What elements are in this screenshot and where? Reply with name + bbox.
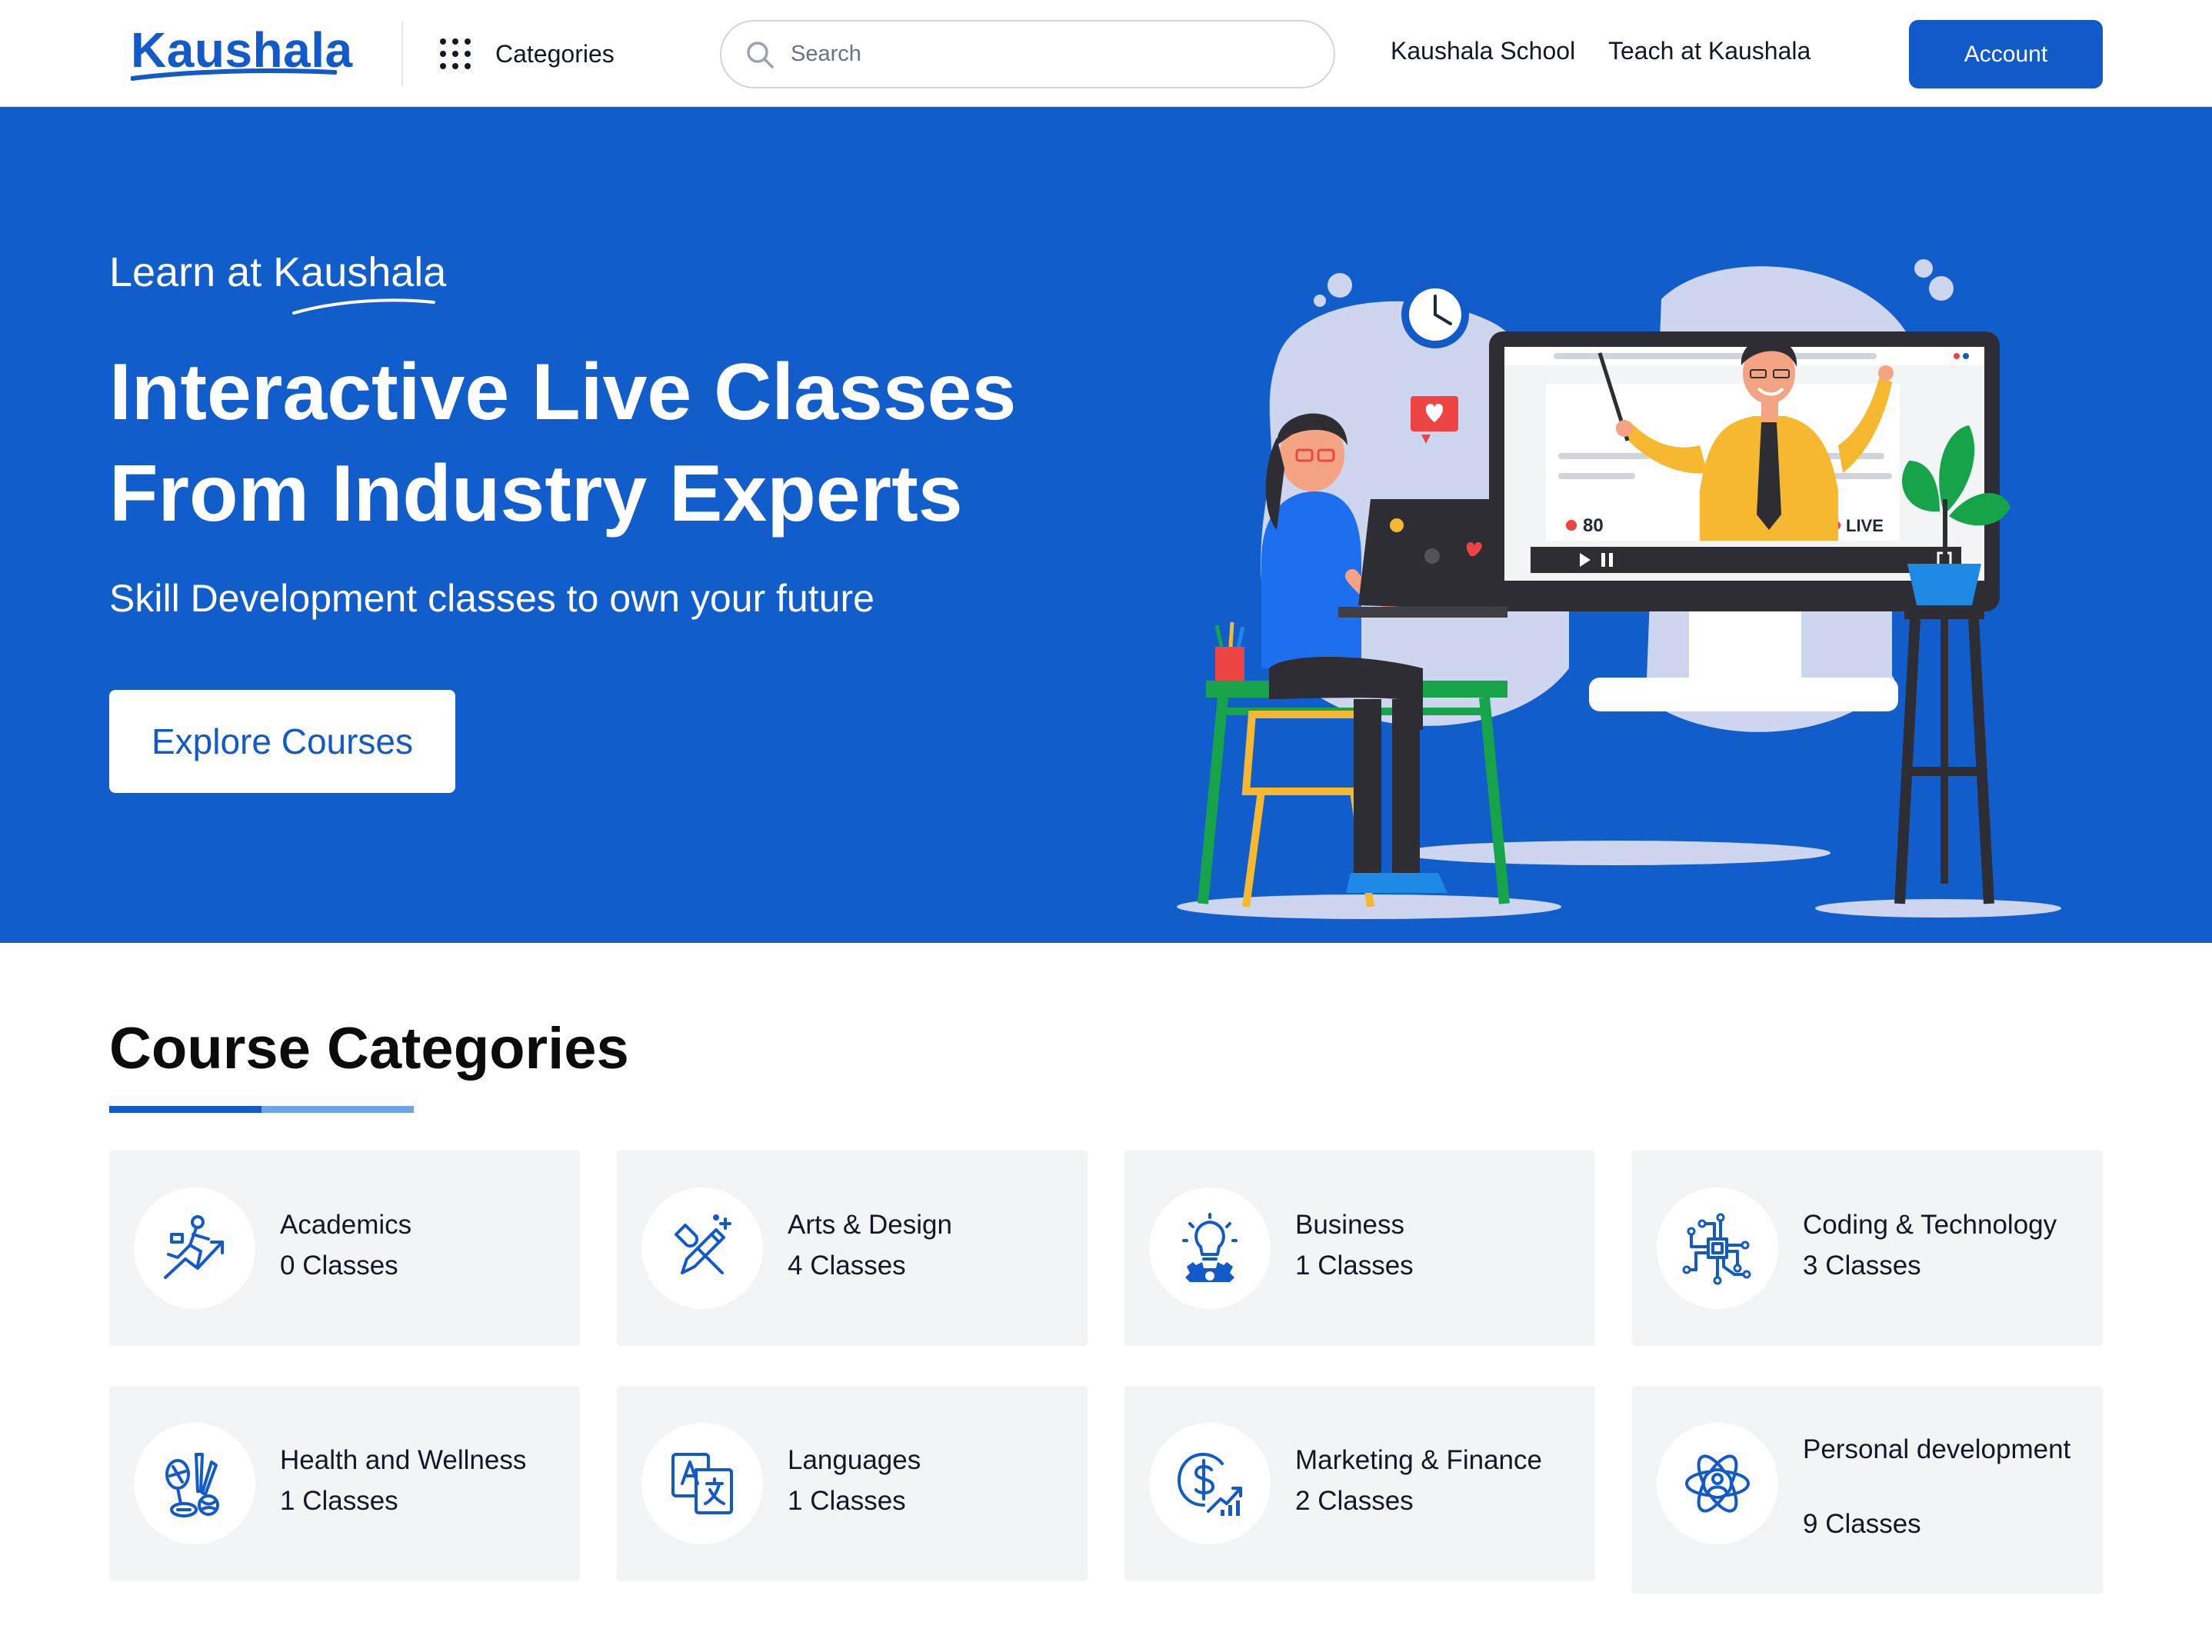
icon-circle: [1149, 1187, 1271, 1309]
category-card-business[interactable]: Business 1 Classes: [1124, 1151, 1595, 1346]
category-card-marketing-finance[interactable]: Marketing & Finance 2 Classes: [1124, 1386, 1595, 1581]
hero-title-line-1: Interactive Live Classes: [109, 348, 1017, 437]
categories-label: Categories: [495, 39, 615, 68]
kaushala-logo[interactable]: Kaushala: [131, 22, 352, 83]
logo-swoosh-icon: [131, 68, 337, 81]
category-count: 1 Classes: [280, 1486, 398, 1516]
icon-circle: [1657, 1423, 1778, 1544]
category-count: 1 Classes: [1295, 1251, 1414, 1281]
hero-banner: Learn at Kaushala Interactive Live Class…: [0, 107, 2212, 943]
category-count: 9 Classes: [1803, 1509, 1921, 1539]
category-name: Personal development: [1803, 1434, 2071, 1464]
hero-title-line-2: From Industry Experts: [109, 449, 963, 538]
heading-underline: [109, 1106, 414, 1113]
hero-kicker: Learn at Kaushala: [109, 249, 447, 295]
icon-circle: [641, 1423, 763, 1544]
search-bar[interactable]: [720, 20, 1335, 88]
category-card-arts-design[interactable]: Arts & Design 4 Classes: [617, 1151, 1088, 1346]
nav-link-teach-at-kaushala[interactable]: Teach at Kaushala: [1608, 37, 1811, 65]
category-name: Health and Wellness: [280, 1445, 527, 1475]
atom-person-icon: [1685, 1454, 1750, 1513]
pencil-brush-icon: [675, 1214, 731, 1274]
category-card-languages[interactable]: Languages 1 Classes: [617, 1386, 1088, 1581]
icon-circle: [134, 1187, 255, 1309]
search-input[interactable]: [791, 42, 1283, 67]
category-count: 0 Classes: [280, 1251, 398, 1281]
hero-subtitle: Skill Development classes to own your fu…: [109, 577, 874, 620]
header-divider: [401, 22, 403, 86]
category-name: Coding & Technology: [1803, 1210, 2057, 1240]
account-button[interactable]: Account: [1909, 20, 2103, 88]
online-class-illustration: 80 LIVE: [1177, 259, 2061, 919]
category-card-coding-technology[interactable]: Coding & Technology 3 Classes: [1632, 1151, 2103, 1346]
icon-circle: [134, 1423, 255, 1544]
icon-circle: [1149, 1423, 1271, 1544]
nav-link-kaushala-school[interactable]: Kaushala School: [1391, 37, 1575, 65]
category-count: 1 Classes: [788, 1486, 906, 1516]
icon-circle: [641, 1187, 763, 1309]
course-categories-heading: Course Categories: [109, 1016, 629, 1081]
top-navbar: Kaushala Categories Kaushala School Teac…: [0, 0, 2212, 107]
search-icon: [747, 41, 774, 68]
category-name: Arts & Design: [788, 1210, 952, 1240]
translate-icon: [671, 1453, 733, 1514]
grid-menu-icon: [440, 38, 471, 69]
category-count: 2 Classes: [1295, 1486, 1414, 1516]
category-card-academics[interactable]: Academics 0 Classes: [109, 1151, 580, 1346]
categories-menu-button[interactable]: Categories: [440, 31, 615, 77]
category-name: Academics: [280, 1210, 412, 1240]
icon-circle: [1657, 1187, 1778, 1309]
category-name: Business: [1295, 1210, 1405, 1240]
sports-equipment-icon: [165, 1453, 219, 1517]
category-count: 3 Classes: [1803, 1251, 1921, 1281]
circuit-chip-icon: [1682, 1213, 1751, 1285]
category-card-personal-development[interactable]: Personal development 9 Classes: [1632, 1386, 2103, 1594]
hero-title: Interactive Live Classes From Industry E…: [109, 341, 1148, 545]
category-name: Languages: [788, 1445, 921, 1475]
viewer-count: 80: [1583, 515, 1604, 536]
dollar-growth-icon: [1178, 1453, 1242, 1516]
category-card-health-wellness[interactable]: Health and Wellness 1 Classes: [109, 1386, 580, 1581]
category-name: Marketing & Finance: [1295, 1445, 1542, 1475]
lightbulb-gear-icon: [1182, 1213, 1238, 1282]
kicker-swoosh-icon: [292, 298, 435, 315]
explore-courses-button[interactable]: Explore Courses: [109, 690, 455, 793]
category-count: 4 Classes: [788, 1251, 906, 1281]
live-badge: LIVE: [1846, 516, 1884, 535]
academics-icon: [164, 1215, 224, 1279]
